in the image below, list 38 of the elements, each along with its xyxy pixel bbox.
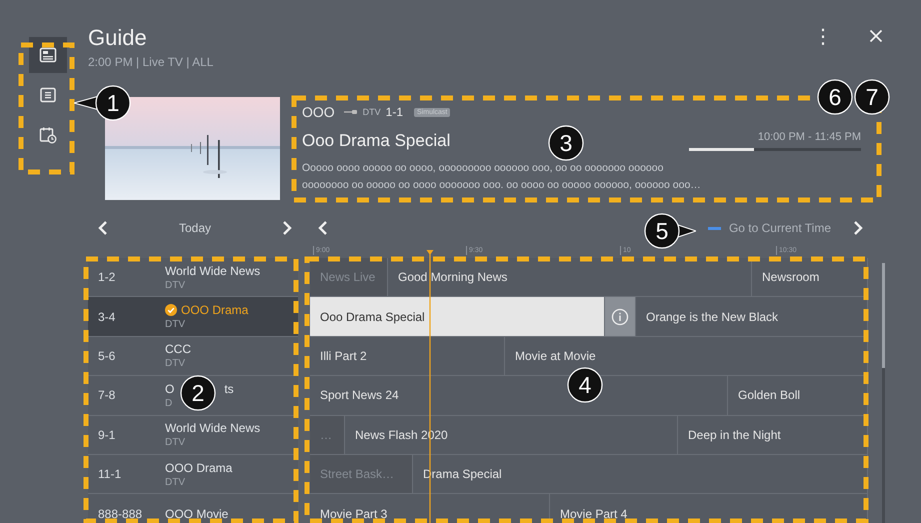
status-subtitle: 2:00 PM | Live TV | ALL	[88, 55, 214, 69]
channel-type: D	[165, 398, 174, 409]
source-label: DTV	[362, 107, 381, 117]
program-description: Ooooo oooo ooooo oo oooo, ooooooooo oooooo ooo, oo oo ooooooo oooooo	[302, 161, 664, 176]
channel-number: 888-888	[98, 506, 144, 521]
program-time: 10:00 PM - 11:45 PM	[758, 131, 861, 143]
channel-type: DTV	[165, 476, 186, 488]
channel-name: OOO Drama	[165, 460, 232, 475]
channel-type: DTV	[165, 358, 186, 370]
channel-number: 5-6	[98, 348, 116, 363]
channel-name: World Wide News	[165, 421, 260, 436]
callout-tooltip: 4	[567, 367, 603, 403]
callout-tooltip: 1	[74, 85, 131, 121]
date-label: Today	[178, 221, 212, 235]
callout-tooltip: 6	[817, 79, 853, 115]
program-title: Ooo Drama Special	[302, 131, 450, 152]
screen-title: Guide	[88, 25, 148, 51]
channel-name: OOO Movie	[165, 506, 228, 521]
channel-number: 9-1	[98, 428, 116, 442]
channel-name: World Wide News	[165, 264, 260, 278]
channel-type: DTV	[165, 280, 186, 291]
channel-type: DTV	[165, 437, 186, 448]
channel-number: 3-4	[98, 310, 116, 324]
channel-name: CCC	[165, 342, 191, 356]
channel-name: O	[165, 382, 174, 396]
callout-tooltip: 2	[180, 375, 216, 411]
channel-type: DTV	[165, 319, 186, 330]
callout-tooltip: 5	[644, 213, 696, 249]
channel-number: 1-1	[386, 105, 404, 119]
channel-name: OOO Drama	[181, 303, 248, 318]
callout-tooltip: 3	[548, 125, 584, 161]
channel-number: 11-1	[98, 467, 122, 482]
channel-number: 1-2	[98, 270, 116, 284]
program-description: oooooooo oo ooooo oo oooo ooooooo ooo. oo oooo oo ooooo oooooo, oooooo ooo…	[302, 178, 702, 193]
channel-number: 7-8	[98, 388, 116, 402]
channel-name: ts	[224, 382, 234, 396]
callout-tooltip: 7	[854, 79, 890, 115]
channel-name: OOO	[302, 104, 335, 120]
